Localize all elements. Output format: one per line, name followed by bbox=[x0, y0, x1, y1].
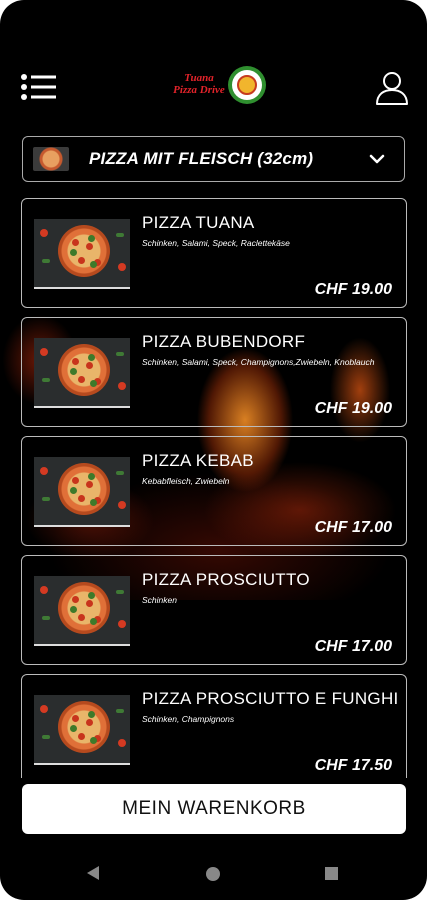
hamburger-menu-icon[interactable] bbox=[20, 72, 58, 102]
app-logo: Tuana Pizza Drive bbox=[168, 66, 268, 110]
category-label: PIZZA MIT FLEISCH (32cm) bbox=[89, 149, 314, 168]
logo-text-line2: Pizza Drive bbox=[173, 84, 225, 96]
product-image bbox=[34, 695, 130, 765]
product-name: PIZZA BUBENDORF bbox=[142, 332, 306, 351]
category-thumbnail bbox=[33, 147, 69, 171]
back-icon[interactable] bbox=[87, 866, 99, 880]
product-image bbox=[34, 338, 130, 408]
product-image bbox=[34, 219, 130, 289]
category-selector[interactable]: PIZZA MIT FLEISCH (32cm) bbox=[22, 136, 405, 182]
product-name: PIZZA PROSCIUTTO bbox=[142, 570, 310, 589]
product-description: Kebabfleisch, Zwiebeln bbox=[142, 476, 230, 486]
app-screen: Tuana Pizza Drive PIZZA MIT FLEISCH (32c… bbox=[0, 0, 427, 900]
logo-text: Tuana Pizza Drive bbox=[168, 72, 230, 96]
recents-icon[interactable] bbox=[325, 867, 338, 880]
product-card[interactable]: PIZZA PROSCIUTTO Schinken CHF 17.00 bbox=[21, 555, 407, 665]
product-name: PIZZA KEBAB bbox=[142, 451, 254, 470]
product-name: PIZZA PROSCIUTTO E FUNGHI bbox=[142, 689, 399, 708]
cart-button[interactable]: MEIN WARENKORB bbox=[22, 784, 406, 834]
product-price: CHF 17.00 bbox=[314, 638, 392, 655]
product-name: PIZZA TUANA bbox=[142, 213, 255, 232]
product-card[interactable]: PIZZA PROSCIUTTO E FUNGHI Schinken, Cham… bbox=[21, 674, 407, 778]
product-price: CHF 19.00 bbox=[314, 281, 392, 298]
logo-text-line1: Tuana bbox=[184, 72, 214, 84]
product-description: Schinken bbox=[142, 595, 177, 605]
product-price: CHF 17.50 bbox=[314, 757, 392, 774]
product-card[interactable]: PIZZA BUBENDORF Schinken, Salami, Speck,… bbox=[21, 317, 407, 427]
logo-pizza-icon bbox=[228, 66, 266, 104]
top-bar: Tuana Pizza Drive bbox=[0, 60, 427, 120]
product-description: Schinken, Salami, Speck, Raclettekäse bbox=[142, 238, 290, 248]
product-image bbox=[34, 457, 130, 527]
chevron-down-icon bbox=[369, 154, 385, 164]
system-navigation-bar bbox=[0, 846, 427, 900]
product-description: Schinken, Champignons bbox=[142, 714, 235, 724]
product-price: CHF 19.00 bbox=[314, 400, 392, 417]
product-card[interactable]: PIZZA KEBAB Kebabfleisch, Zwiebeln CHF 1… bbox=[21, 436, 407, 546]
product-description: Schinken, Salami, Speck, Champignons,Zwi… bbox=[142, 357, 375, 367]
product-price: CHF 17.00 bbox=[314, 519, 392, 536]
home-icon[interactable] bbox=[206, 867, 220, 881]
product-card[interactable]: PIZZA TUANA Schinken, Salami, Speck, Rac… bbox=[21, 198, 407, 308]
user-icon[interactable] bbox=[375, 70, 409, 106]
product-image bbox=[34, 576, 130, 646]
product-list[interactable]: PIZZA TUANA Schinken, Salami, Speck, Rac… bbox=[0, 196, 427, 778]
